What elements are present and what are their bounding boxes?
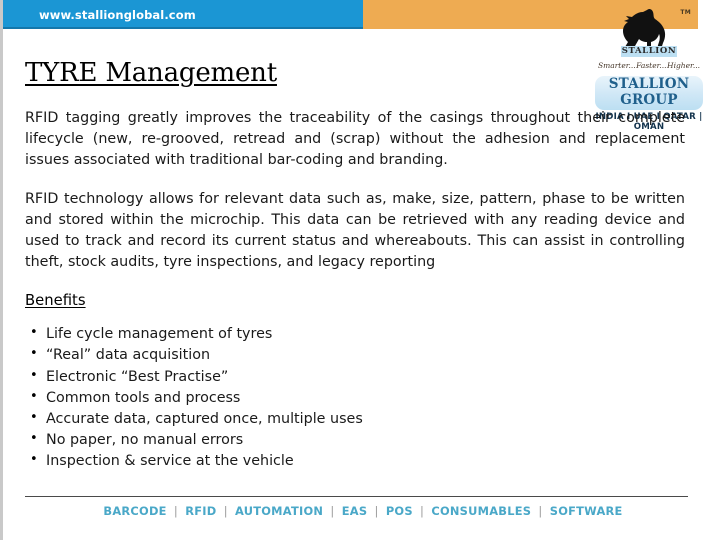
footer-item-barcode: BARCODE: [103, 504, 167, 518]
slide-canvas: www.stallionglobal.com TM STALLION Smart…: [0, 0, 720, 540]
list-item: Electronic “Best Practise”: [25, 366, 685, 388]
logo-horse-row: TM STALLION: [595, 8, 703, 57]
benefits-list: Life cycle management of tyres “Real” da…: [25, 323, 685, 472]
list-item: Inspection & service at the vehicle: [25, 450, 685, 472]
footer-separator: |: [330, 504, 335, 518]
slide-content: TYRE Management RFID tagging greatly imp…: [25, 58, 685, 472]
benefits-heading: Benefits: [25, 292, 86, 310]
footer-separator: |: [173, 504, 179, 518]
intro-paragraph-1: RFID tagging greatly improves the tracea…: [25, 110, 685, 168]
list-item: Life cycle management of tyres: [25, 323, 685, 345]
header-blue-band: www.stallionglobal.com: [3, 0, 363, 29]
stallion-wordmark-chip: STALLION: [621, 46, 677, 57]
footer-item-rfid: RFID: [185, 504, 217, 518]
page-title: TYRE Management: [25, 58, 277, 88]
footer-item-pos: POS: [385, 504, 413, 518]
site-url-text: www.stallionglobal.com: [39, 7, 196, 22]
footer-separator: |: [374, 504, 379, 518]
footer-divider: [25, 496, 688, 497]
list-item: Accurate data, captured once, multiple u…: [25, 408, 685, 430]
footer-separator: |: [223, 504, 228, 518]
slide-footer: BARCODE | RFID | AUTOMATION | EAS | POS …: [3, 494, 720, 540]
list-item: “Real” data acquisition: [25, 344, 685, 366]
footer-item-consumables: CONSUMABLES: [431, 504, 532, 518]
footer-separator: |: [420, 504, 425, 518]
list-item: Common tools and process: [25, 387, 685, 409]
list-item: No paper, no manual errors: [25, 429, 685, 451]
footer-item-eas: EAS: [341, 504, 368, 518]
trademark-icon: TM: [680, 9, 691, 16]
footer-item-automation: AUTOMATION: [235, 504, 324, 518]
footer-capability-strip: BARCODE | RFID | AUTOMATION | EAS | POS …: [3, 504, 720, 518]
footer-separator: |: [538, 504, 543, 518]
footer-item-software: SOFTWARE: [549, 504, 623, 518]
intro-paragraph-2: RFID technology allows for relevant data…: [25, 191, 685, 270]
